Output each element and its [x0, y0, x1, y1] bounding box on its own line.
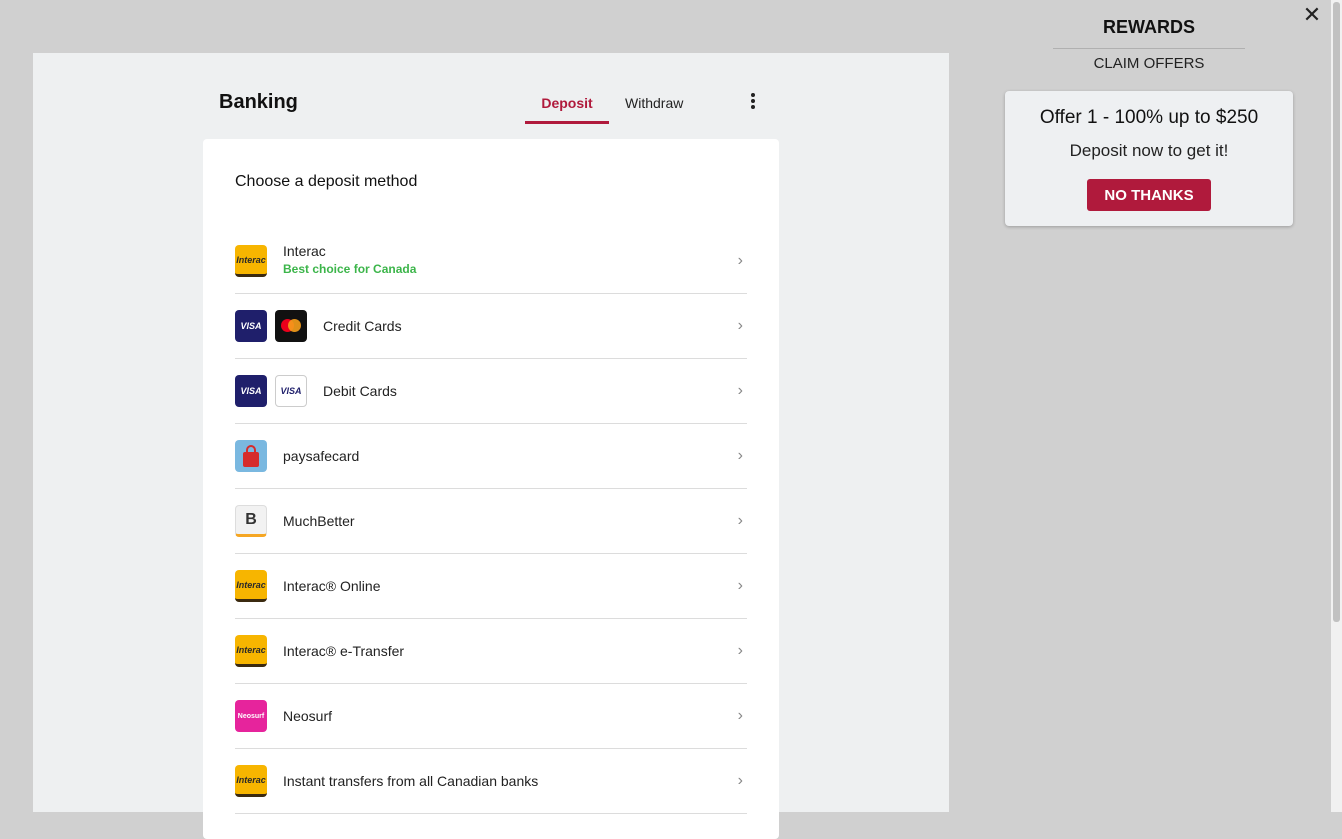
method-name: Interac® e-Transfer	[283, 643, 405, 659]
chevron-right-icon: ›	[737, 642, 743, 659]
interac-logo-icon: Interac	[235, 245, 267, 277]
method-row-instant-transfers[interactable]: Interac Instant transfers from all Canad…	[235, 749, 747, 814]
muchbetter-logo-icon: B	[235, 505, 267, 537]
methods-heading: Choose a deposit method	[235, 173, 418, 190]
visa-logo-icon: VISA	[235, 310, 267, 342]
interac-logo-icon: Interac	[235, 570, 267, 602]
method-name: Instant transfers from all Canadian bank…	[283, 773, 539, 789]
active-tab-indicator	[525, 121, 609, 124]
method-name: Interac® Online	[283, 578, 381, 594]
banking-title: Banking	[219, 91, 298, 113]
chevron-right-icon: ›	[737, 317, 743, 334]
neosurf-logo-icon: Neosurf	[235, 700, 267, 732]
method-name: paysafecard	[283, 448, 360, 464]
visa-logo-icon: VISA	[235, 375, 267, 407]
rewards-divider	[1053, 48, 1245, 49]
method-name: Neosurf	[283, 708, 333, 724]
paysafecard-lock-icon	[235, 440, 267, 472]
method-row-credit-cards[interactable]: VISA Credit Cards ›	[235, 294, 747, 359]
method-row-debit-cards[interactable]: VISA VISA Debit Cards ›	[235, 359, 747, 424]
visa-debit-logo-icon: VISA	[275, 375, 307, 407]
close-icon[interactable]: ✕	[1302, 4, 1322, 26]
no-thanks-button[interactable]: NO THANKS	[1087, 179, 1211, 211]
interac-logo-icon: Interac	[235, 765, 267, 797]
tab-withdraw[interactable]: Withdraw	[625, 95, 683, 111]
offer-subtitle: Deposit now to get it!	[1069, 141, 1229, 160]
chevron-right-icon: ›	[737, 707, 743, 724]
method-row-muchbetter[interactable]: B MuchBetter ›	[235, 489, 747, 554]
method-row-paysafecard[interactable]: paysafecard ›	[235, 424, 747, 489]
chevron-right-icon: ›	[737, 772, 743, 789]
rewards-title: REWARDS	[1102, 17, 1195, 37]
method-name: Interac	[283, 243, 326, 259]
offer-title: Offer 1 - 100% up to $250	[1039, 107, 1259, 128]
chevron-right-icon: ›	[737, 512, 743, 529]
method-row-interac[interactable]: Interac Interac Best choice for Canada ›	[235, 229, 747, 294]
chevron-right-icon: ›	[737, 447, 743, 464]
method-name: MuchBetter	[283, 513, 355, 529]
mastercard-logo-icon	[275, 310, 307, 342]
scrollbar-thumb[interactable]	[1333, 2, 1340, 622]
more-vertical-icon[interactable]	[747, 93, 759, 111]
banking-panel: Banking Deposit Withdraw Choose a deposi…	[33, 53, 949, 839]
tab-deposit[interactable]: Deposit	[525, 95, 609, 111]
claim-offers-link[interactable]: CLAIM OFFERS	[1053, 55, 1245, 72]
method-name: Credit Cards	[323, 318, 402, 334]
offer-card: Offer 1 - 100% up to $250 Deposit now to…	[1005, 91, 1293, 226]
method-row-interac-online[interactable]: Interac Interac® Online ›	[235, 554, 747, 619]
method-row-neosurf[interactable]: Neosurf Neosurf ›	[235, 684, 747, 749]
deposit-methods-card: Choose a deposit method Interac Interac …	[203, 139, 779, 839]
method-row-interac-etransfer[interactable]: Interac Interac® e-Transfer ›	[235, 619, 747, 684]
method-subtitle: Best choice for Canada	[283, 262, 417, 276]
chevron-right-icon: ›	[737, 252, 743, 269]
chevron-right-icon: ›	[737, 382, 743, 399]
method-name: Debit Cards	[323, 383, 397, 399]
chevron-right-icon: ›	[737, 577, 743, 594]
interac-logo-icon: Interac	[235, 635, 267, 667]
